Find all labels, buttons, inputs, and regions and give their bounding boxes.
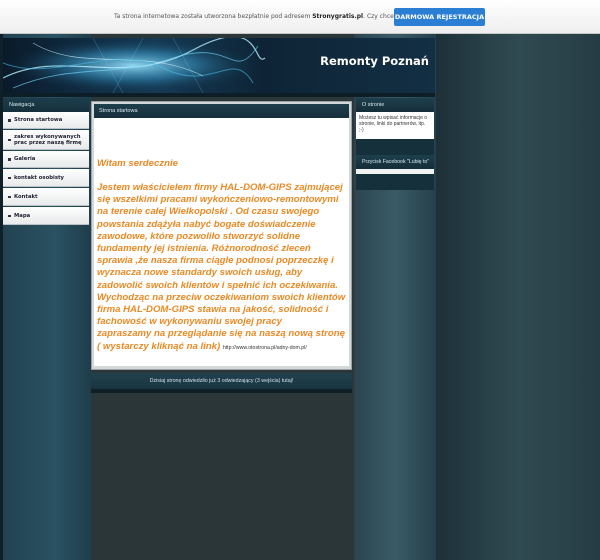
bullet-icon: [8, 195, 11, 198]
notice-text-before: Ta strona internetowa została utworzona …: [114, 13, 313, 20]
header-bottom-strip: [3, 93, 435, 97]
nav-item-label: Mapa: [14, 212, 31, 219]
bullet-icon: [8, 158, 11, 161]
notice-brand[interactable]: Stronygratis.pl: [312, 13, 363, 20]
website-link[interactable]: http://www.otostrona.pl/adny-dom.pl/: [223, 345, 307, 351]
registration-notice-bar: Ta strona internetowa została utworzona …: [0, 0, 600, 34]
sidebar-navigation: Strona startowa zakres wykonywanych prac…: [3, 112, 89, 226]
nav-item-home[interactable]: Strona startowa: [3, 112, 89, 129]
facebook-box-title: Przycisk Facebook "Lubię to": [356, 155, 434, 169]
nav-item-label: zakres wykonywanych prac przez naszą fir…: [14, 133, 82, 146]
counter-bottom-strip: [91, 389, 352, 393]
facebook-box-bottom: [356, 174, 434, 190]
bullet-icon: [8, 176, 11, 179]
site-header: Remonty Poznań: [3, 38, 435, 93]
welcome-heading: Witam serdecznie: [97, 158, 178, 169]
nav-item-contact[interactable]: Kontakt: [3, 188, 89, 206]
nav-item-services[interactable]: zakres wykonywanych prac przez naszą fir…: [3, 130, 89, 150]
about-text: Możesz tu wpisać informacje o stronie, l…: [356, 112, 434, 139]
far-right-background: [436, 34, 600, 560]
about-title: O stronie: [356, 98, 434, 112]
nav-item-label: kontakt osobisty: [14, 174, 64, 181]
nav-item-label: Galeria: [14, 156, 36, 162]
visitor-counter: Dzisiaj stronę odwiedziło już 3 odwiedza…: [91, 373, 352, 389]
free-registration-button[interactable]: DARMOWA REJESTRACJA: [394, 8, 485, 26]
nav-item-personal-contact[interactable]: kontakt osobisty: [3, 169, 89, 187]
invitation-text: zapraszamy na przeglądanie się na naszą …: [97, 328, 345, 352]
description-text: Jestem właścicielem firmy HAL-DOM-GIPS z…: [97, 182, 346, 328]
site-title[interactable]: Remonty Poznań: [320, 54, 429, 68]
nav-item-label: Kontakt: [14, 193, 38, 200]
bullet-icon: [8, 138, 11, 141]
company-description: Jestem właścicielem firmy HAL-DOM-GIPS z…: [97, 182, 349, 354]
nav-item-gallery[interactable]: Galeria: [3, 151, 89, 168]
nav-item-map[interactable]: Mapa: [3, 207, 89, 225]
nav-title: Nawigacja: [3, 98, 89, 112]
right-box-gap: [356, 139, 434, 155]
nav-item-label: Strona startowa: [14, 117, 63, 123]
bullet-icon: [8, 214, 11, 217]
main-content-title: Strona startowa: [94, 104, 349, 118]
bullet-icon: [8, 119, 11, 122]
